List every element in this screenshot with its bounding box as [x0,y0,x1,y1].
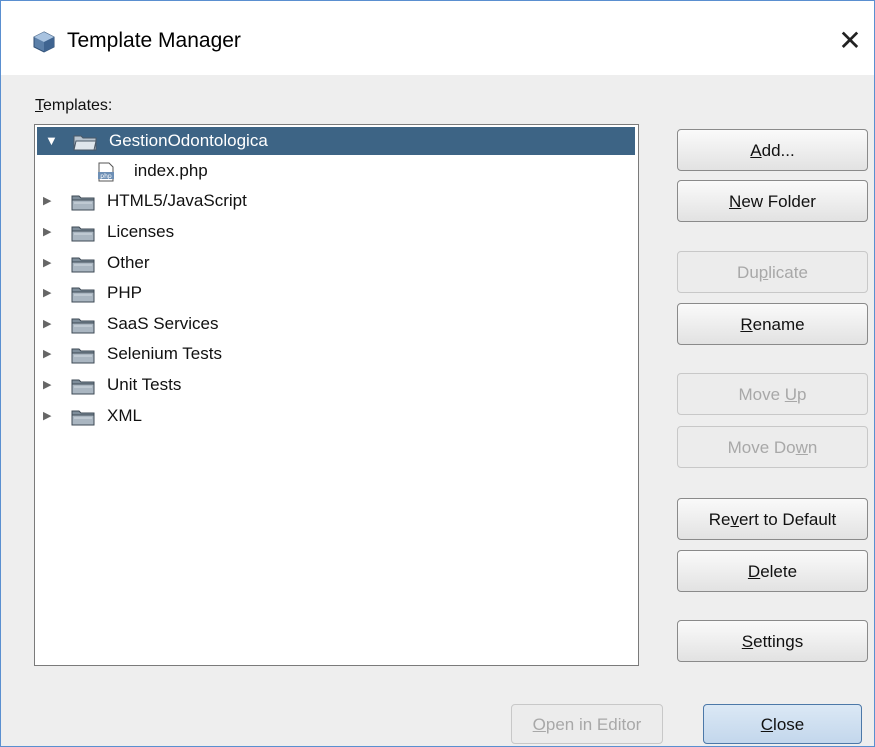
folder-icon [71,348,95,364]
close-window-icon[interactable]: ✕ [832,23,868,59]
rename-button[interactable]: Rename [677,303,868,345]
tree-item-label: Unit Tests [107,375,182,394]
move-up-button[interactable]: Move Up [677,373,868,415]
collapsed-arrow-icon[interactable]: ▶ [43,218,53,246]
folder-icon [71,318,95,334]
move-down-button[interactable]: Move Down [677,426,868,468]
svg-text:php: php [100,173,112,180]
open-in-editor-button[interactable]: Open in Editor [511,704,663,744]
folder-icon [71,226,95,242]
templates-label: Templates: [35,97,113,114]
tree-item-label: Licenses [107,222,175,241]
folder-icon [71,257,95,273]
new-folder-button[interactable]: New Folder [677,180,868,222]
collapsed-arrow-icon[interactable]: ▶ [43,187,53,215]
title-bar: Template Manager ✕ [1,1,874,75]
folder-icon [71,379,95,395]
folder-icon [73,135,97,151]
collapsed-arrow-icon[interactable]: ▶ [43,340,53,368]
close-button[interactable]: Close [703,704,862,744]
tree-item-label: HTML5/JavaScript [107,191,247,210]
folder-icon [71,195,95,211]
folder-icon [71,410,95,426]
revert-to-default-button[interactable]: Revert to Default [677,498,868,540]
delete-button[interactable]: Delete [677,550,868,592]
templates-tree[interactable]: ▼ GestionOdontologica php index.php ▶ HTML5/J… [34,124,639,666]
collapsed-arrow-icon[interactable]: ▶ [43,371,53,399]
settings-button[interactable]: Settings [677,620,868,662]
expanded-arrow-icon[interactable]: ▼ [45,127,58,155]
tree-item-label: SaaS Services [107,314,219,333]
folder-icon [71,287,95,303]
cube-icon [33,31,55,53]
tree-item-label: Other [107,253,150,272]
tree-item-label: GestionOdontologica [109,131,268,150]
tree-item-label: Selenium Tests [107,344,222,363]
template-manager-dialog: Template Manager ✕ Templates: ▼ GestionOd… [0,0,875,747]
tree-folder-item[interactable]: ▼ GestionOdontologica [37,127,635,155]
duplicate-button[interactable]: Duplicate [677,251,868,293]
collapsed-arrow-icon[interactable]: ▶ [43,310,53,338]
tree-item-label: PHP [107,283,142,302]
collapsed-arrow-icon[interactable]: ▶ [43,249,53,277]
collapsed-arrow-icon[interactable]: ▶ [43,279,53,307]
tree-item-label: XML [107,406,142,425]
tree-item-label: index.php [134,161,208,180]
dialog-body: Templates: ▼ GestionOdontologica php index.… [1,75,874,746]
php-file-icon: php [98,162,114,182]
collapsed-arrow-icon[interactable]: ▶ [43,402,53,430]
add-button[interactable]: Add... [677,129,868,171]
window-title: Template Manager [67,29,241,52]
